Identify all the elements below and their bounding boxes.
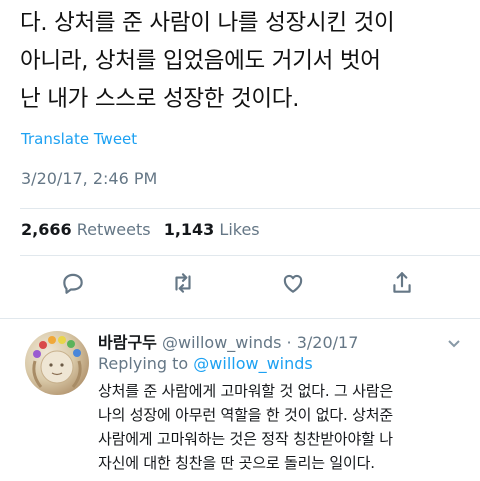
- retweet-button[interactable]: [168, 270, 198, 300]
- like-button[interactable]: [278, 270, 308, 300]
- more-options-button[interactable]: [446, 335, 462, 355]
- tweet-action-bar: [0, 270, 480, 306]
- replying-prefix: Replying to: [98, 354, 194, 373]
- retweets-label: Retweets: [76, 220, 151, 239]
- reply-text-line: 자신에 대한 칭찬을 딴 곳으로 돌리는 일이다.: [98, 454, 375, 472]
- heart-icon: [280, 270, 306, 300]
- tweet-text-line: 다. 상처를 준 사람이 나를 성장시킨 것이: [20, 10, 395, 36]
- reply-button[interactable]: [58, 270, 88, 300]
- reply-date: 3/20/17: [296, 333, 359, 352]
- avatar[interactable]: [25, 331, 89, 395]
- reply-text-line: 나의 성장에 아무런 역할을 한 것이 없다. 상처준: [98, 406, 393, 424]
- divider: [20, 208, 480, 209]
- reply-display-name[interactable]: 바람구두: [98, 333, 157, 352]
- translate-tweet-link[interactable]: Translate Tweet: [21, 130, 137, 148]
- reply-text-line: 사람에게 고마워하는 것은 정작 칭찬받아야할 나: [98, 430, 393, 448]
- tweet-stats: 2,666 Retweets 1,143 Likes: [21, 220, 260, 239]
- divider: [20, 255, 480, 256]
- share-button[interactable]: [387, 270, 417, 300]
- replying-to-handle[interactable]: @willow_winds: [193, 354, 312, 373]
- tweet-text: 다. 상처를 준 사람이 나를 성장시킨 것이 아니라, 상처를 입었음에도 거…: [20, 4, 470, 118]
- reply-tweet[interactable]: 바람구두 @willow_winds · 3/20/17 Replying to…: [0, 319, 480, 481]
- tweet-timestamp: 3/20/17, 2:46 PM: [21, 169, 158, 188]
- reply-icon: [60, 270, 86, 300]
- reply-text: 상처를 준 사람에게 고마워할 것 없다. 그 사람은 나의 성장에 아무런 역…: [98, 379, 478, 475]
- reply-author: 바람구두 @willow_winds · 3/20/17: [98, 329, 358, 353]
- likes-label: Likes: [219, 220, 260, 239]
- reply-handle[interactable]: @willow_winds: [162, 333, 281, 352]
- retweet-icon: [170, 270, 196, 300]
- share-icon: [389, 270, 415, 300]
- likes-count: 1,143: [163, 220, 215, 239]
- retweets-stat[interactable]: 2,666 Retweets: [21, 220, 151, 239]
- reply-text-line: 상처를 준 사람에게 고마워할 것 없다. 그 사람은: [98, 382, 393, 400]
- replying-to: Replying to @willow_winds: [98, 354, 313, 373]
- likes-stat[interactable]: 1,143 Likes: [164, 220, 260, 239]
- tweet-text-line: 아니라, 상처를 입었음에도 거기서 벗어: [20, 48, 381, 74]
- chevron-down-icon: [446, 336, 462, 355]
- tweet-text-line: 난 내가 스스로 성장한 것이다.: [20, 86, 300, 112]
- retweets-count: 2,666: [21, 220, 72, 239]
- reply-separator: ·: [281, 333, 297, 352]
